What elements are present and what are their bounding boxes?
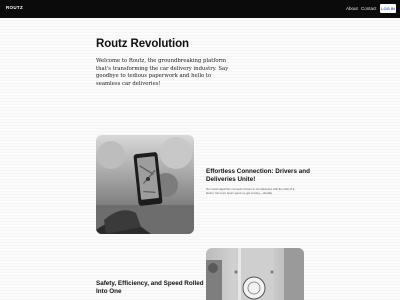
feature-title-connection: Effortless Connection: Drivers and Deliv… bbox=[206, 168, 310, 183]
street-sign-photo bbox=[206, 248, 304, 300]
top-navbar: ROUTZ About Contact LOG IN bbox=[0, 0, 400, 18]
hero-description: Welcome to Routz, the groundbreaking pla… bbox=[96, 58, 229, 87]
brand-logo[interactable]: ROUTZ bbox=[6, 5, 23, 10]
page-background bbox=[0, 0, 400, 300]
feature-description-connection: Our smart algorithm connects drivers to … bbox=[206, 187, 295, 195]
login-button[interactable]: LOG IN bbox=[380, 4, 396, 13]
feature-title-safety: Safety, Efficiency, and Speed Rolled Int… bbox=[96, 280, 204, 295]
hero-title: Routz Revolution bbox=[96, 38, 189, 50]
nav-link-about[interactable]: About bbox=[346, 6, 358, 11]
phone-map-photo bbox=[96, 135, 194, 234]
nav-link-contact[interactable]: Contact bbox=[361, 6, 377, 11]
